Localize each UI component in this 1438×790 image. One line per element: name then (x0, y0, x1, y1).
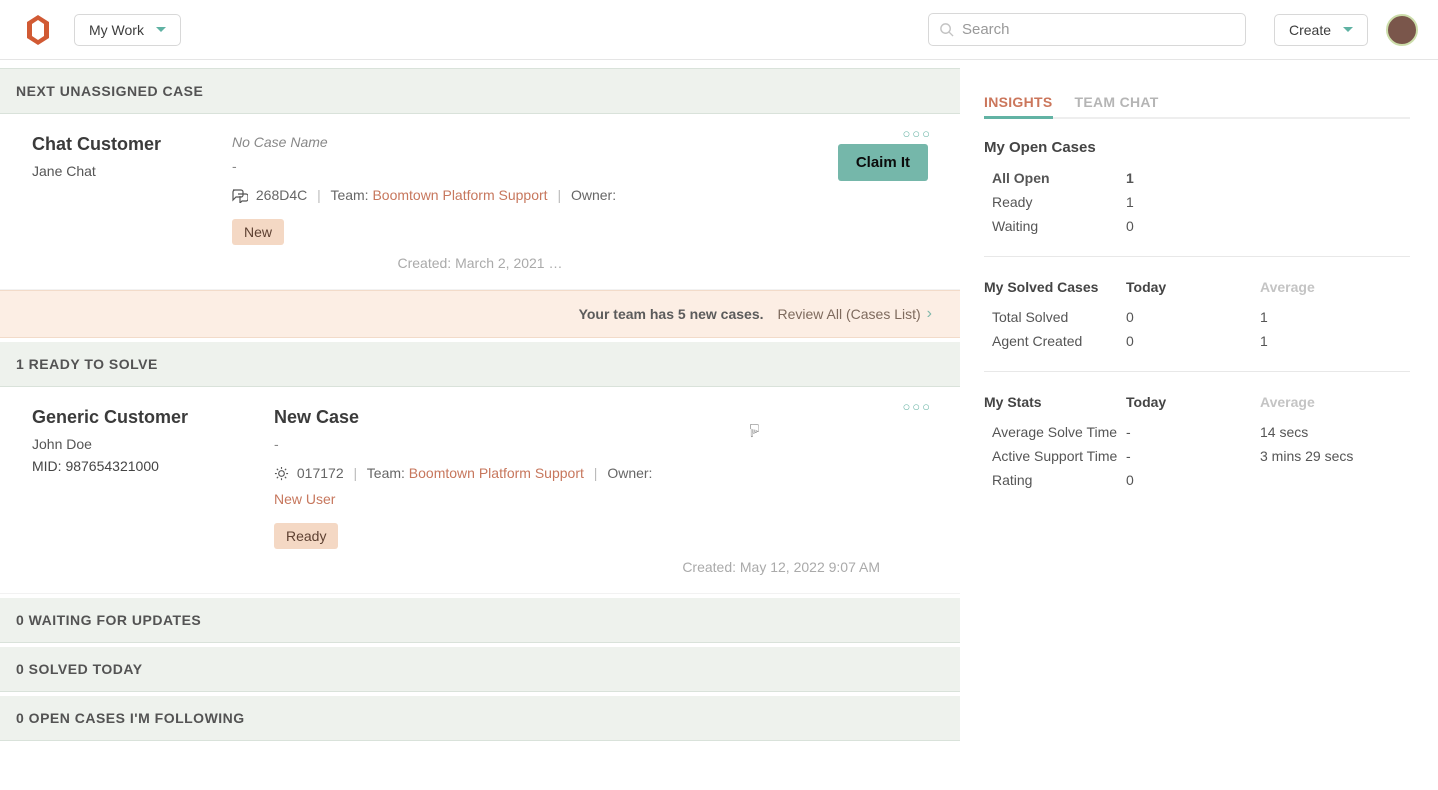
avatar[interactable] (1386, 14, 1418, 46)
new-cases-banner: Your team has 5 new cases. Review All (C… (0, 290, 960, 338)
search-icon (939, 22, 954, 37)
case-id: 268D4C (256, 187, 307, 203)
owner-label: Owner: (607, 465, 652, 481)
case-name: No Case Name (232, 134, 808, 150)
avg-solve-time-row: Average Solve Time - 14 secs (992, 424, 1410, 440)
review-all-label: Review All (Cases List) (778, 306, 921, 322)
search-input[interactable] (962, 21, 1235, 38)
tab-insights[interactable]: INSIGHTS (984, 88, 1053, 119)
contact-name: Jane Chat (32, 163, 232, 179)
unassigned-case-card[interactable]: ○○○ Chat Customer Jane Chat No Case Name… (0, 114, 960, 290)
team-link[interactable]: Boomtown Platform Support (409, 465, 584, 481)
case-name: New Case (274, 407, 928, 428)
nav-dropdown[interactable]: My Work (74, 14, 181, 46)
team-label: Team: (330, 187, 368, 203)
stats-heading-row: My Stats Today Average (984, 394, 1410, 410)
status-badge: Ready (274, 523, 338, 549)
header: My Work Create (0, 0, 1438, 60)
open-cases-list: All Open 1 Ready 1 Waiting 0 (984, 170, 1410, 234)
solved-cases-heading-row: My Solved Cases Today Average (984, 279, 1410, 295)
more-icon[interactable]: ○○○ (902, 399, 932, 414)
created-date: Created: May 12, 2022 9:07 AM (32, 559, 928, 575)
logo-icon (20, 12, 56, 48)
owner-label: Owner: (571, 187, 616, 203)
solved-cases-list: Total Solved 0 1 Agent Created 0 1 (984, 309, 1410, 349)
tabs: INSIGHTS TEAM CHAT (984, 88, 1410, 119)
case-meta: 268D4C | Team: Boomtown Platform Support… (232, 182, 808, 209)
total-solved-row: Total Solved 0 1 (992, 309, 1410, 325)
ready-case-card[interactable]: ○○○ ☟ Generic Customer John Doe MID: 987… (0, 387, 960, 594)
open-cases-heading: My Open Cases (984, 139, 1410, 156)
status-badge: New (232, 219, 284, 245)
cursor-icon: ☟ (749, 421, 760, 442)
open-waiting-row: Waiting 0 (992, 218, 1410, 234)
section-following-header[interactable]: 0 OPEN CASES I'M FOLLOWING (0, 696, 960, 741)
created-date: Created: March 2, 2021 … (32, 255, 928, 271)
team-link[interactable]: Boomtown Platform Support (372, 187, 547, 203)
customer-name: Generic Customer (32, 407, 274, 428)
main-column: NEXT UNASSIGNED CASE ○○○ Chat Customer J… (0, 60, 960, 741)
caret-down-icon (1343, 27, 1353, 32)
section-ready-header[interactable]: 1 READY TO SOLVE (0, 342, 960, 387)
owner-link[interactable]: New User (274, 491, 335, 507)
open-all-row: All Open 1 (992, 170, 1410, 186)
case-description: - (232, 158, 808, 174)
banner-message: Your team has 5 new cases. (579, 306, 764, 322)
chevron-right-icon: › (927, 305, 932, 323)
review-all-link[interactable]: Review All (Cases List) › (778, 305, 932, 323)
section-solved-header[interactable]: 0 SOLVED TODAY (0, 647, 960, 692)
rating-row: Rating 0 (992, 472, 1410, 488)
create-button-label: Create (1289, 22, 1331, 38)
case-meta: 017172 | Team: Boomtown Platform Support… (274, 460, 654, 513)
gear-icon (274, 466, 289, 481)
insights-panel: INSIGHTS TEAM CHAT My Open Cases All Ope… (960, 60, 1438, 741)
stats-list: Average Solve Time - 14 secs Active Supp… (984, 424, 1410, 488)
nav-dropdown-label: My Work (89, 22, 144, 38)
mid: MID: 987654321000 (32, 458, 274, 474)
create-button[interactable]: Create (1274, 14, 1368, 46)
section-waiting-header[interactable]: 0 WAITING FOR UPDATES (0, 598, 960, 643)
more-icon[interactable]: ○○○ (902, 126, 932, 141)
caret-down-icon (156, 27, 166, 32)
claim-button[interactable]: Claim It (838, 144, 928, 181)
active-support-time-row: Active Support Time - 3 mins 29 secs (992, 448, 1410, 464)
case-id: 017172 (297, 465, 344, 481)
search-box[interactable] (928, 13, 1246, 46)
tab-team-chat[interactable]: TEAM CHAT (1075, 88, 1159, 117)
customer-name: Chat Customer (32, 134, 232, 155)
agent-created-row: Agent Created 0 1 (992, 333, 1410, 349)
open-ready-row: Ready 1 (992, 194, 1410, 210)
case-description: - (274, 436, 928, 452)
section-unassigned-header[interactable]: NEXT UNASSIGNED CASE (0, 68, 960, 114)
team-label: Team: (367, 465, 405, 481)
chat-icon (232, 189, 248, 203)
contact-name: John Doe (32, 436, 274, 452)
